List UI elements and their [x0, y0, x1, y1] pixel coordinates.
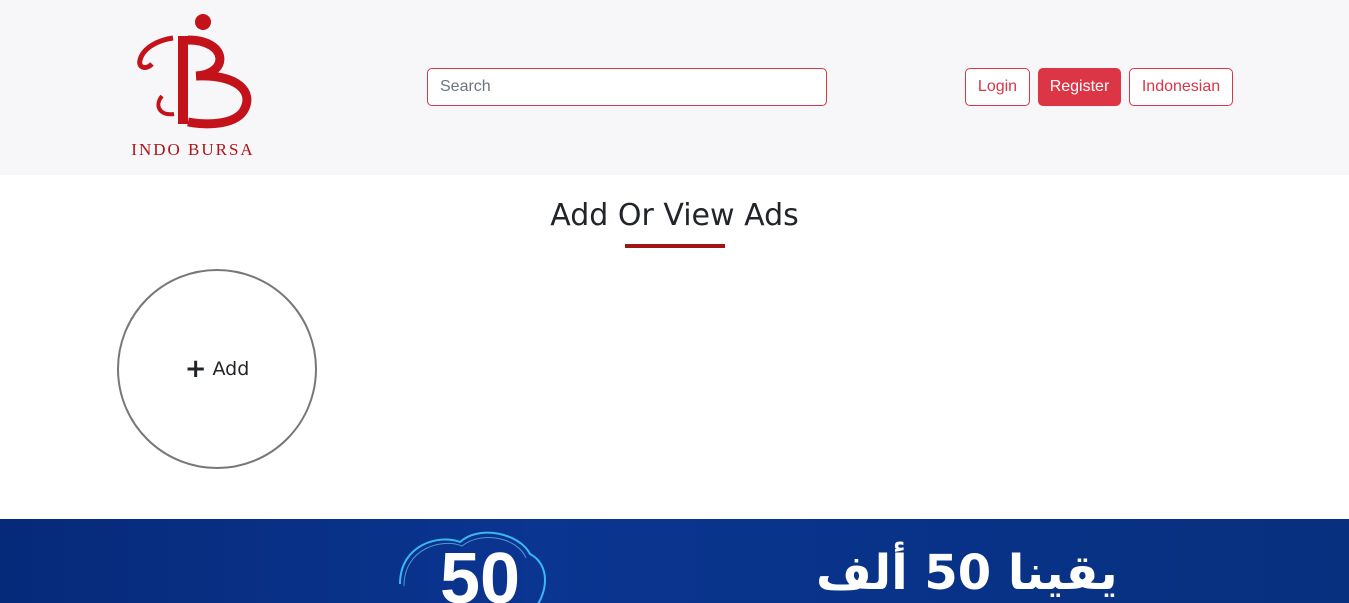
title-underline — [625, 244, 725, 248]
add-ad-label: Add — [212, 358, 250, 380]
logo-mark-icon — [137, 14, 252, 129]
add-ad-button[interactable]: + Add — [117, 269, 317, 469]
banner-number: 50 — [440, 539, 521, 603]
language-button[interactable]: Indonesian — [1129, 68, 1233, 106]
logo-text: INDO BURSA — [131, 140, 255, 159]
register-button[interactable]: Register — [1038, 68, 1121, 106]
banner-text: يقينا 50 ألف — [816, 545, 1118, 601]
site-header: INDO BURSA Login Register Indonesian — [0, 0, 1349, 175]
logo[interactable]: INDO BURSA — [118, 12, 268, 160]
search-input[interactable] — [427, 68, 827, 106]
plus-icon: + — [184, 354, 207, 384]
page-title: Add Or View Ads — [550, 198, 799, 233]
login-button[interactable]: Login — [965, 68, 1030, 106]
promo-banner[interactable]: 50 يقينا 50 ألف — [0, 519, 1349, 603]
add-ad-content: + Add — [185, 356, 250, 382]
